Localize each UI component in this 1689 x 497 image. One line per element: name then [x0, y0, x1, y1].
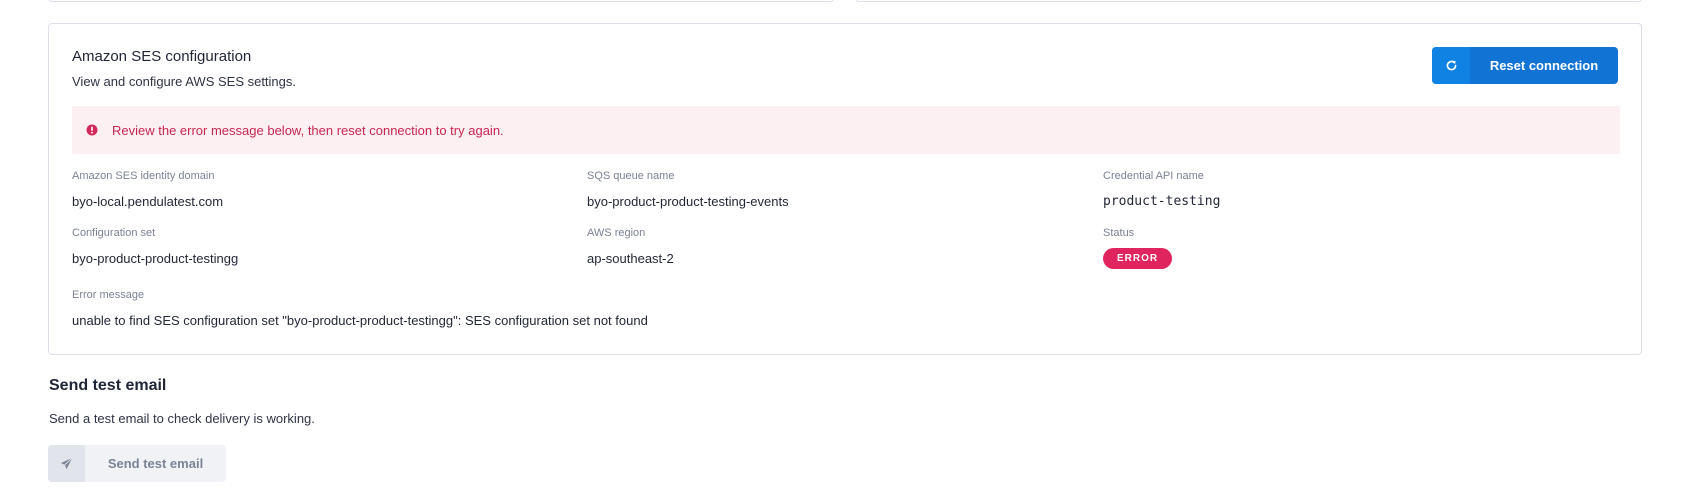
field-configuration-set: Configuration set byo-product-product-te… — [72, 227, 238, 266]
field-status: Status ERROR — [1103, 227, 1173, 269]
field-label: Amazon SES identity domain — [72, 170, 215, 182]
send-test-title: Send test email — [49, 377, 167, 394]
alert-text: Review the error message below, then res… — [112, 122, 504, 138]
top-card-right — [855, 0, 1642, 2]
reset-connection-button[interactable]: Reset connection — [1432, 47, 1618, 84]
field-sqs-queue: SQS queue name byo-product-product-testi… — [587, 170, 789, 209]
send-test-email-label: Send test email — [107, 456, 204, 471]
field-value: byo-product-product-testingg — [72, 251, 239, 266]
field-aws-region: AWS region ap-southeast-2 — [587, 227, 674, 266]
field-value: product-testing — [1103, 194, 1221, 209]
field-value: byo-local.pendulatest.com — [72, 194, 224, 209]
card-title: Amazon SES configuration — [72, 48, 252, 65]
field-value: ap-southeast-2 — [587, 251, 674, 266]
field-label: AWS region — [587, 227, 646, 239]
field-label: Error message — [72, 289, 145, 301]
send-test-email-button[interactable]: Send test email — [48, 445, 226, 482]
field-error-message: Error message unable to find SES configu… — [72, 289, 648, 328]
field-label: Configuration set — [72, 227, 156, 239]
field-label: Status — [1103, 227, 1135, 239]
field-label: Credential API name — [1103, 170, 1204, 182]
field-value: unable to find SES configuration set "by… — [72, 313, 648, 328]
status-badge: ERROR — [1103, 248, 1173, 269]
ses-configuration-card: Amazon SES configuration View and config… — [48, 23, 1642, 355]
card-subtitle: View and configure AWS SES settings. — [72, 74, 297, 89]
field-identity-domain: Amazon SES identity domain byo-local.pen… — [72, 170, 223, 209]
error-circle-icon — [86, 124, 98, 136]
top-card-left — [48, 0, 834, 2]
field-credential-api: Credential API name product-testing — [1103, 170, 1220, 209]
field-value: byo-product-product-testing-events — [587, 194, 789, 209]
send-test-description: Send a test email to check delivery is w… — [49, 411, 315, 426]
field-label: SQS queue name — [587, 170, 675, 182]
reset-connection-label: Reset connection — [1489, 58, 1599, 73]
error-alert: Review the error message below, then res… — [72, 106, 1620, 154]
paper-plane-icon — [48, 445, 85, 482]
refresh-icon — [1432, 47, 1470, 84]
